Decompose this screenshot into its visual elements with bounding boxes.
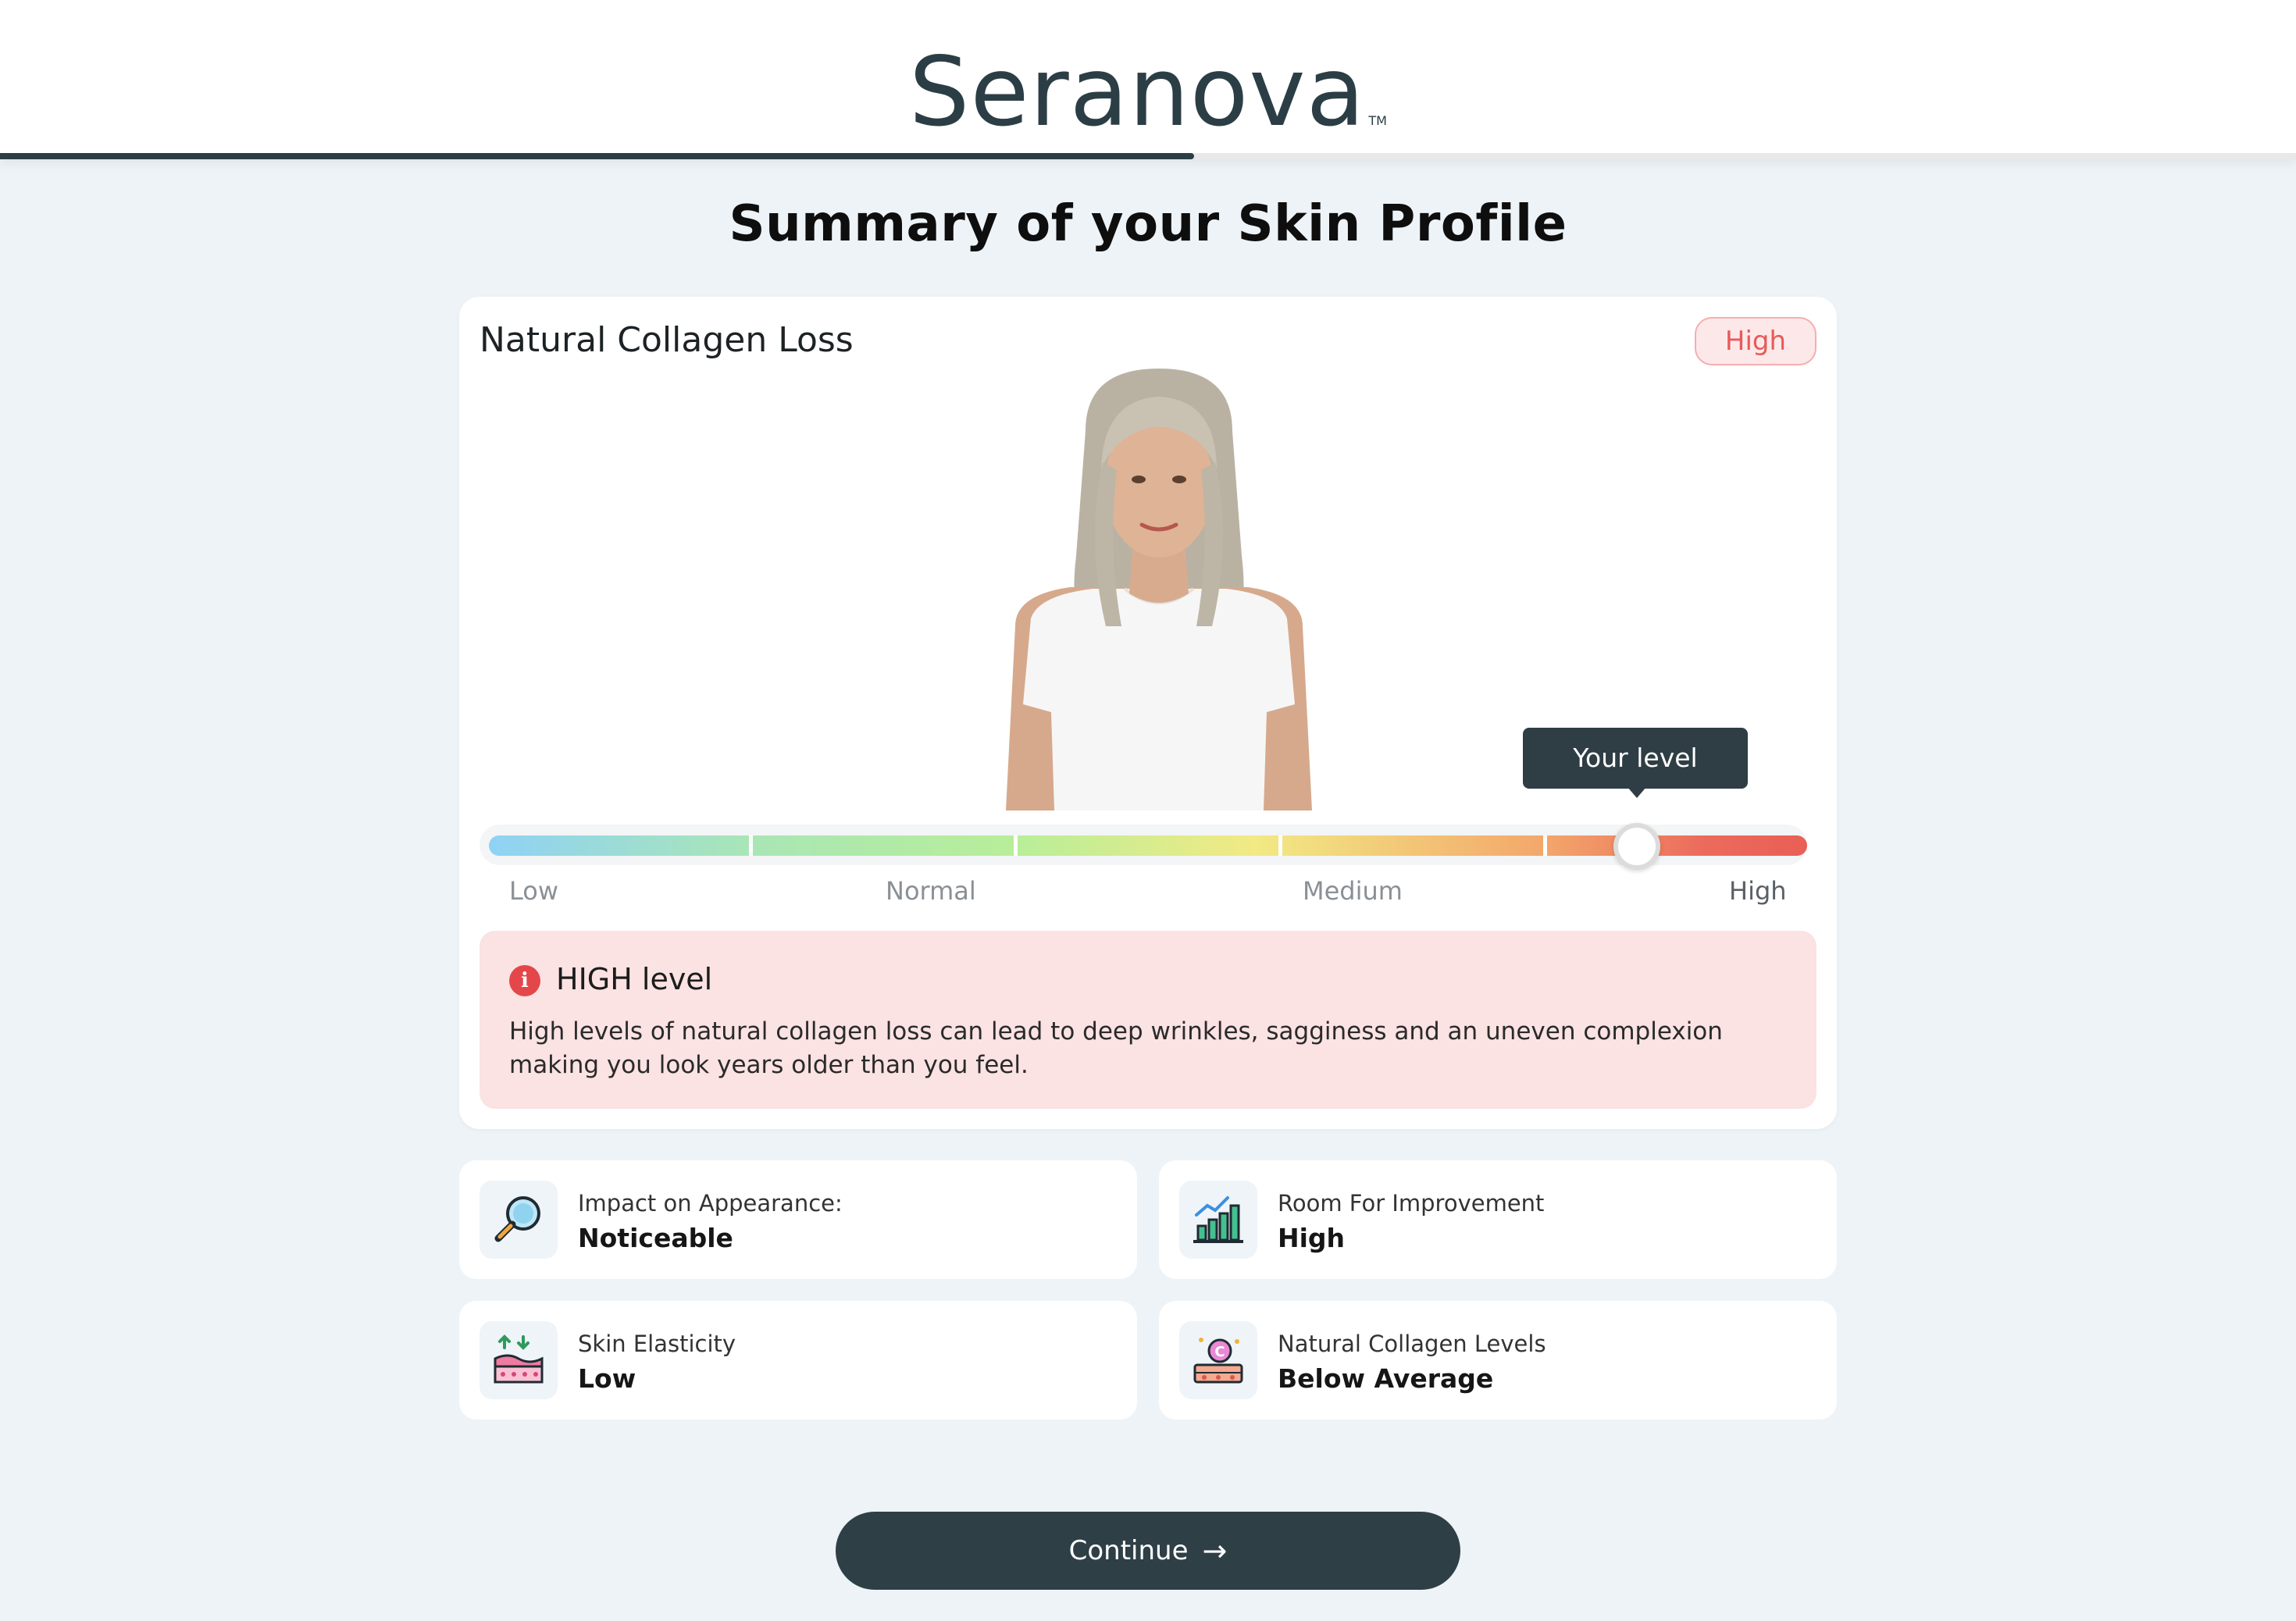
continue-label: Continue bbox=[1068, 1535, 1189, 1566]
continue-button[interactable]: Continue → bbox=[836, 1512, 1460, 1590]
scale-label-low: Low bbox=[509, 876, 559, 906]
brand-name: Seranova bbox=[909, 37, 1366, 148]
header: Seranova TM bbox=[0, 0, 2296, 159]
tooltip-arrow bbox=[1628, 787, 1646, 798]
scale-label-high: High bbox=[1729, 876, 1787, 906]
card-title: Natural Collagen Loss bbox=[480, 320, 854, 360]
stat-label: Natural Collagen Levels bbox=[1278, 1331, 1546, 1357]
scale-divider bbox=[749, 835, 753, 856]
stat-value: Below Average bbox=[1278, 1363, 1494, 1394]
brand-logo: Seranova TM bbox=[0, 45, 2296, 140]
skin-layers-icon bbox=[480, 1321, 558, 1399]
stat-card-improvement: Room For Improvement High bbox=[1159, 1160, 1837, 1279]
progress-bar bbox=[0, 153, 2296, 159]
alert-title: HIGH level bbox=[556, 962, 713, 996]
stat-value: Noticeable bbox=[578, 1223, 733, 1253]
scale-divider bbox=[1014, 835, 1018, 856]
stat-card-impact: Impact on Appearance: Noticeable bbox=[459, 1160, 1137, 1279]
trademark-mark: TM bbox=[1368, 113, 1387, 128]
high-level-alert: i HIGH level High levels of natural coll… bbox=[480, 931, 1816, 1109]
collagen-icon: C bbox=[1179, 1321, 1257, 1399]
level-gradient-bar bbox=[489, 835, 1807, 856]
scale-divider bbox=[1278, 835, 1282, 856]
stat-card-collagen: C Natural Collagen Levels Below Average bbox=[1159, 1301, 1837, 1420]
level-slider-handle bbox=[1613, 823, 1660, 870]
alert-description: High levels of natural collagen loss can… bbox=[509, 1017, 1723, 1079]
arrow-right-icon: → bbox=[1202, 1534, 1228, 1568]
scale-divider bbox=[1543, 835, 1547, 856]
stat-value: High bbox=[1278, 1223, 1346, 1253]
portrait-image bbox=[1006, 369, 1312, 810]
scale-label-normal: Normal bbox=[886, 876, 976, 906]
progress-fill bbox=[0, 153, 1194, 159]
your-level-tooltip: Your level bbox=[1523, 728, 1748, 789]
stat-label: Impact on Appearance: bbox=[578, 1190, 843, 1217]
growth-chart-icon bbox=[1179, 1181, 1257, 1259]
level-badge: High bbox=[1695, 317, 1816, 365]
page-title: Summary of your Skin Profile bbox=[729, 195, 1567, 253]
stat-label: Skin Elasticity bbox=[578, 1331, 736, 1357]
info-icon: i bbox=[509, 965, 540, 996]
scale-label-medium: Medium bbox=[1303, 876, 1403, 906]
stat-card-elasticity: Skin Elasticity Low bbox=[459, 1301, 1137, 1420]
magnifier-icon bbox=[480, 1181, 558, 1259]
skin-profile-card: Natural Collagen Loss High Your level Lo… bbox=[459, 297, 1837, 1129]
stat-value: Low bbox=[578, 1363, 636, 1394]
svg-text:C: C bbox=[1214, 1344, 1225, 1360]
stat-label: Room For Improvement bbox=[1278, 1190, 1545, 1217]
